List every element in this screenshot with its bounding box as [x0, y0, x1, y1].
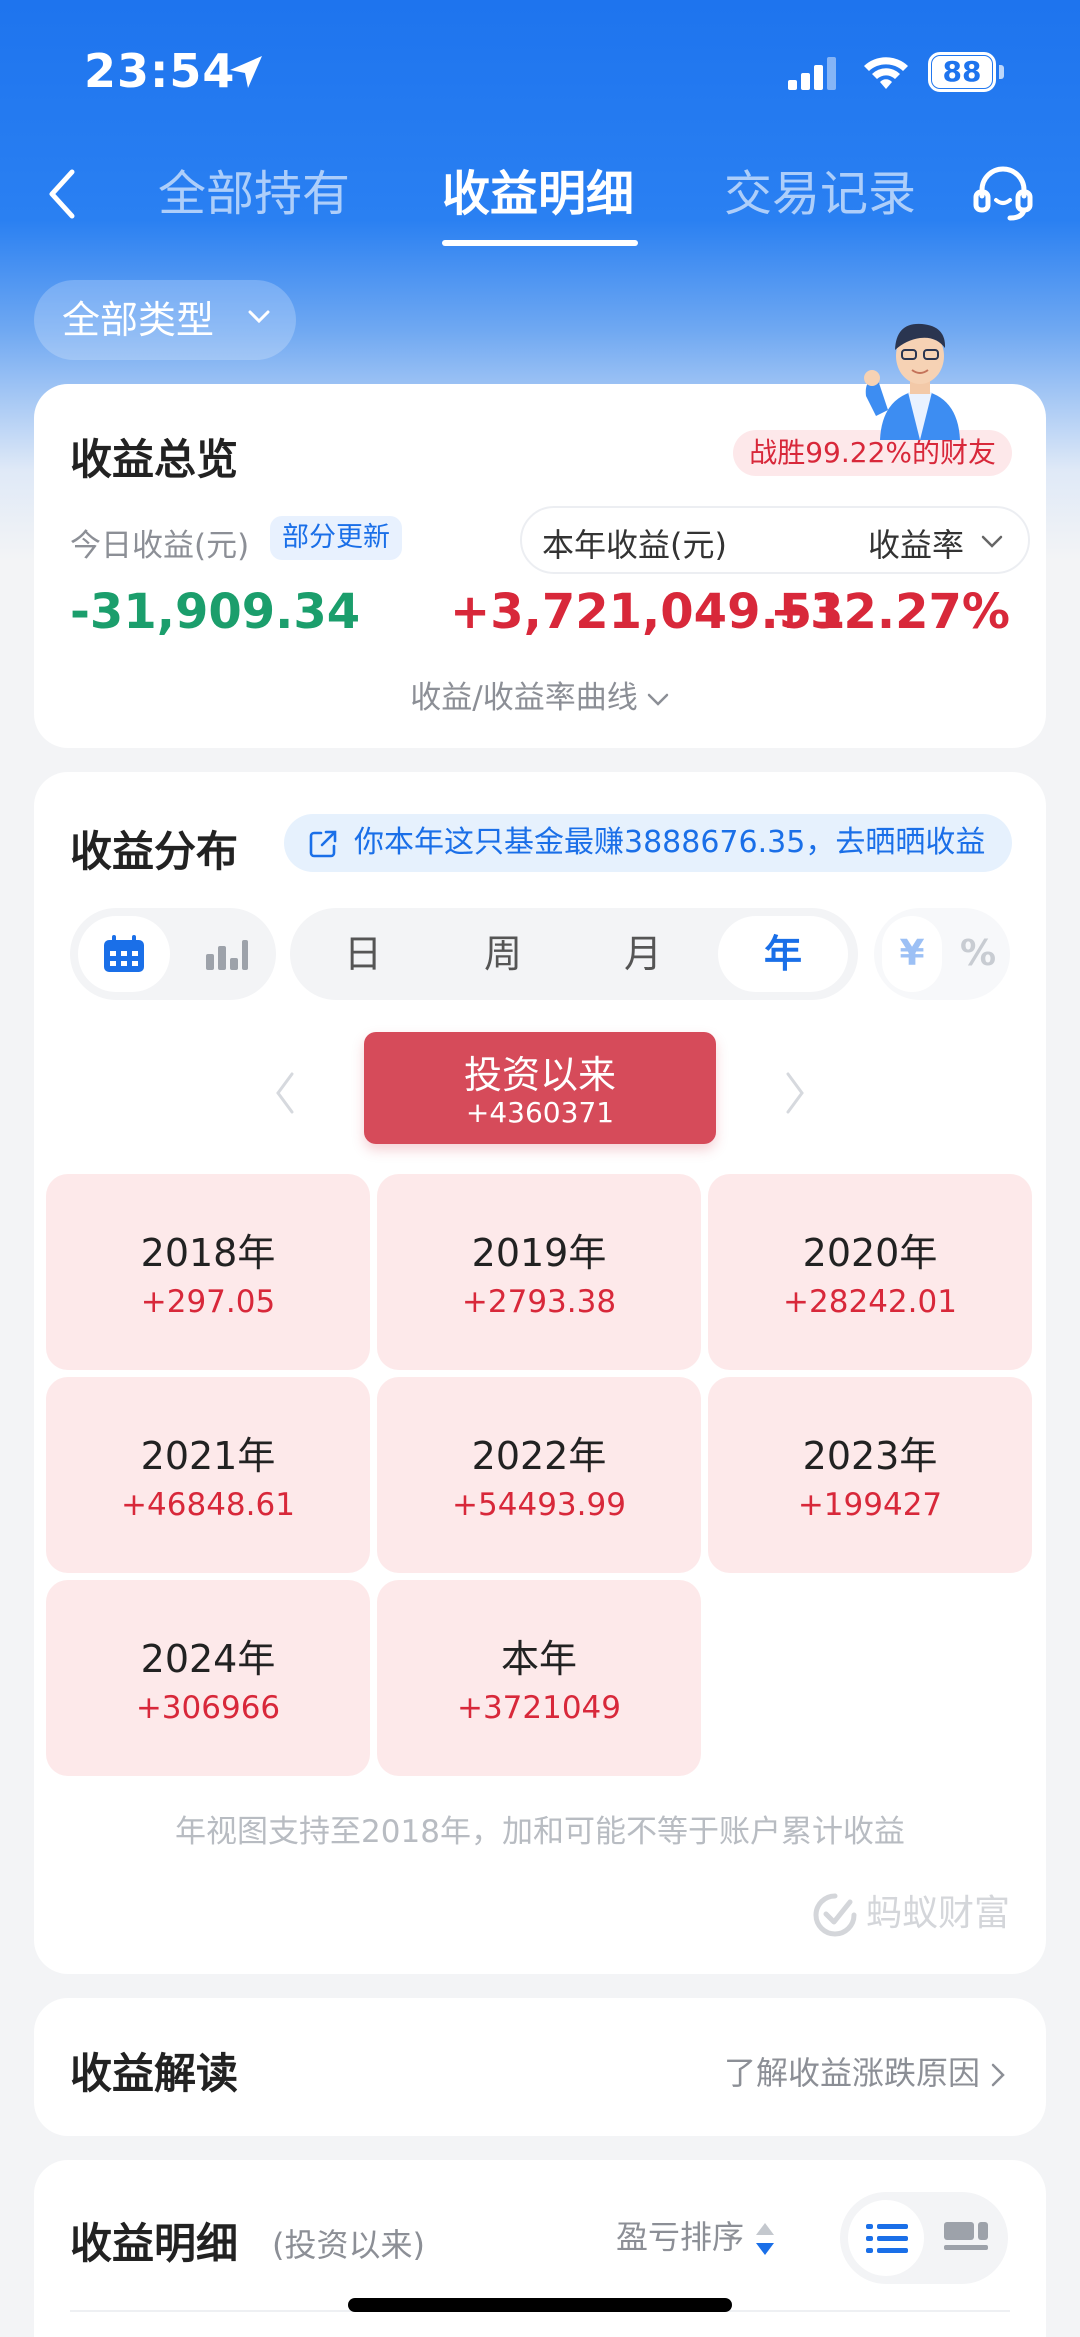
list-view-button[interactable] [848, 2200, 924, 2276]
period-tab-week[interactable]: 周 [438, 916, 568, 992]
since-investment-label: 投资以来 [463, 1053, 616, 1097]
year-cell-value: +306966 [135, 1690, 281, 1726]
year-cell-name: 2022年 [471, 1434, 607, 1478]
home-indicator[interactable] [348, 2298, 732, 2312]
year-cell[interactable]: 2018年 +297.05 [46, 1174, 370, 1370]
tab-earnings-detail[interactable]: 收益明细 [442, 162, 634, 232]
type-filter-label: 全部类型 [62, 298, 215, 342]
period-tabs: 日 周 月 年 [290, 908, 858, 1000]
unit-percent-button[interactable]: % [950, 916, 1006, 992]
location-arrow-icon [230, 56, 262, 88]
back-icon[interactable] [40, 162, 84, 226]
period-tab-year[interactable]: 年 [718, 916, 848, 992]
wifi-icon [864, 57, 908, 89]
year-cell-name: 2019年 [471, 1231, 607, 1275]
page: 23:54 88 全部持有 收益明细 交易记录 全部类型 收益总览 战胜99.2… [0, 0, 1080, 2337]
chevron-down-icon [647, 693, 668, 706]
tab-all-holdings[interactable]: 全部持有 [158, 162, 350, 232]
year-cell-name: 本年 [500, 1637, 577, 1681]
distribution-title: 收益分布 [70, 827, 239, 876]
profit-sort-button[interactable]: 盈亏排序 [616, 2212, 778, 2259]
share-earnings-banner[interactable]: 你本年这只基金最赚3888676.35，去晒晒收益 [284, 814, 1012, 872]
earnings-distribution-card: 收益分布 你本年这只基金最赚3888676.35，去晒晒收益 日 周 月 年 ¥… [34, 772, 1046, 1974]
today-earnings-value: -31,909.34 [70, 584, 361, 640]
detail-subtitle: (投资以来) [272, 2226, 425, 2264]
year-cell-value: +297.05 [140, 1284, 276, 1320]
year-cell-name: 2018年 [140, 1231, 276, 1275]
today-earnings-label: 今日收益(元) [70, 528, 250, 564]
unit-yen-button[interactable]: ¥ [882, 916, 942, 992]
status-time: 23:54 [84, 44, 236, 98]
return-rate-value: +32.27% [769, 584, 1010, 640]
year-earnings-selector[interactable]: 本年收益(元) 收益率 [520, 506, 1030, 574]
sort-icon [756, 2223, 775, 2255]
customer-service-icon[interactable] [970, 160, 1036, 226]
year-cell[interactable]: 本年 +3721049 [377, 1580, 701, 1776]
battery-level: 88 [932, 56, 992, 88]
year-cell-value: +199427 [797, 1487, 943, 1523]
mascot-illustration [864, 323, 960, 440]
earnings-curve-link[interactable]: 收益/收益率曲线 [34, 672, 1046, 717]
tab-transaction-records[interactable]: 交易记录 [724, 162, 916, 232]
year-cell-value: +28242.01 [783, 1284, 957, 1320]
rate-label: 收益率 [867, 526, 964, 564]
earnings-interpretation-card[interactable]: 收益解读 了解收益涨跌原因 [34, 1998, 1046, 2136]
partial-update-badge[interactable]: 部分更新 [270, 516, 402, 560]
earnings-reason-label: 了解收益涨跌原因 [723, 2054, 980, 2092]
period-tab-day[interactable]: 日 [298, 916, 428, 992]
calendar-icon [104, 935, 144, 972]
year-cell-value: +3721049 [456, 1690, 622, 1726]
year-cell-value: +46848.61 [121, 1487, 295, 1523]
chevron-right-icon[interactable] [780, 1068, 810, 1118]
chevron-left-icon[interactable] [270, 1068, 300, 1118]
chevron-right-icon [991, 2063, 1005, 2087]
overview-title: 收益总览 [70, 435, 239, 484]
since-investment-total[interactable]: 投资以来 +4360371 [364, 1032, 716, 1144]
top-nav: 全部持有 收益明细 交易记录 [0, 140, 1080, 260]
detail-layout-toggle [840, 2192, 1008, 2284]
card-view-icon [944, 2222, 988, 2250]
interpretation-title: 收益解读 [70, 2049, 239, 2098]
signal-icon [788, 57, 836, 90]
detail-title: 收益明细 [70, 2219, 239, 2268]
sort-label: 盈亏排序 [616, 2218, 745, 2256]
ant-fortune-logo-icon [813, 1893, 857, 1937]
year-cell[interactable]: 2019年 +2793.38 [377, 1174, 701, 1370]
year-cell-name: 2021年 [140, 1434, 276, 1478]
period-tab-month[interactable]: 月 [578, 916, 708, 992]
chevron-down-icon [248, 310, 270, 324]
chart-view-toggle [70, 908, 276, 1000]
year-cell-value: +2793.38 [461, 1284, 617, 1320]
status-bar: 23:54 88 [0, 0, 1080, 130]
battery-tip [999, 65, 1004, 79]
share-banner-text: 你本年这只基金最赚3888676.35，去晒晒收益 [354, 825, 986, 860]
brand-watermark: 蚂蚁财富 [810, 1886, 1010, 1942]
year-cell-name: 2024年 [140, 1637, 276, 1681]
chevron-down-icon [981, 535, 1003, 548]
battery-indicator: 88 [928, 52, 1004, 92]
year-cell[interactable]: 2023年 +199427 [708, 1377, 1032, 1573]
unit-toggle: ¥ % [874, 908, 1010, 1000]
type-filter-dropdown[interactable]: 全部类型 [34, 280, 296, 360]
active-tab-indicator [442, 240, 638, 246]
year-cell-value: +54493.99 [452, 1487, 626, 1523]
external-link-icon [309, 830, 337, 858]
year-view-note: 年视图支持至2018年，加和可能不等于账户累计收益 [175, 1814, 905, 1850]
list-view-icon [866, 2224, 908, 2253]
brand-name: 蚂蚁财富 [865, 1893, 1010, 1934]
earnings-curve-label: 收益/收益率曲线 [410, 680, 638, 716]
year-cell-name: 2020年 [802, 1231, 938, 1275]
year-cell[interactable]: 2021年 +46848.61 [46, 1377, 370, 1573]
bar-chart-icon [206, 940, 248, 970]
year-cell[interactable]: 2020年 +28242.01 [708, 1174, 1032, 1370]
year-earnings-label: 本年收益(元) [542, 526, 727, 564]
year-cell[interactable]: 2024年 +306966 [46, 1580, 370, 1776]
earnings-reason-link[interactable]: 了解收益涨跌原因 [724, 2048, 1006, 2094]
since-investment-value: +4360371 [465, 1096, 615, 1129]
year-cell[interactable]: 2022年 +54493.99 [377, 1377, 701, 1573]
year-cell-name: 2023年 [802, 1434, 938, 1478]
calendar-view-button[interactable] [78, 916, 170, 992]
